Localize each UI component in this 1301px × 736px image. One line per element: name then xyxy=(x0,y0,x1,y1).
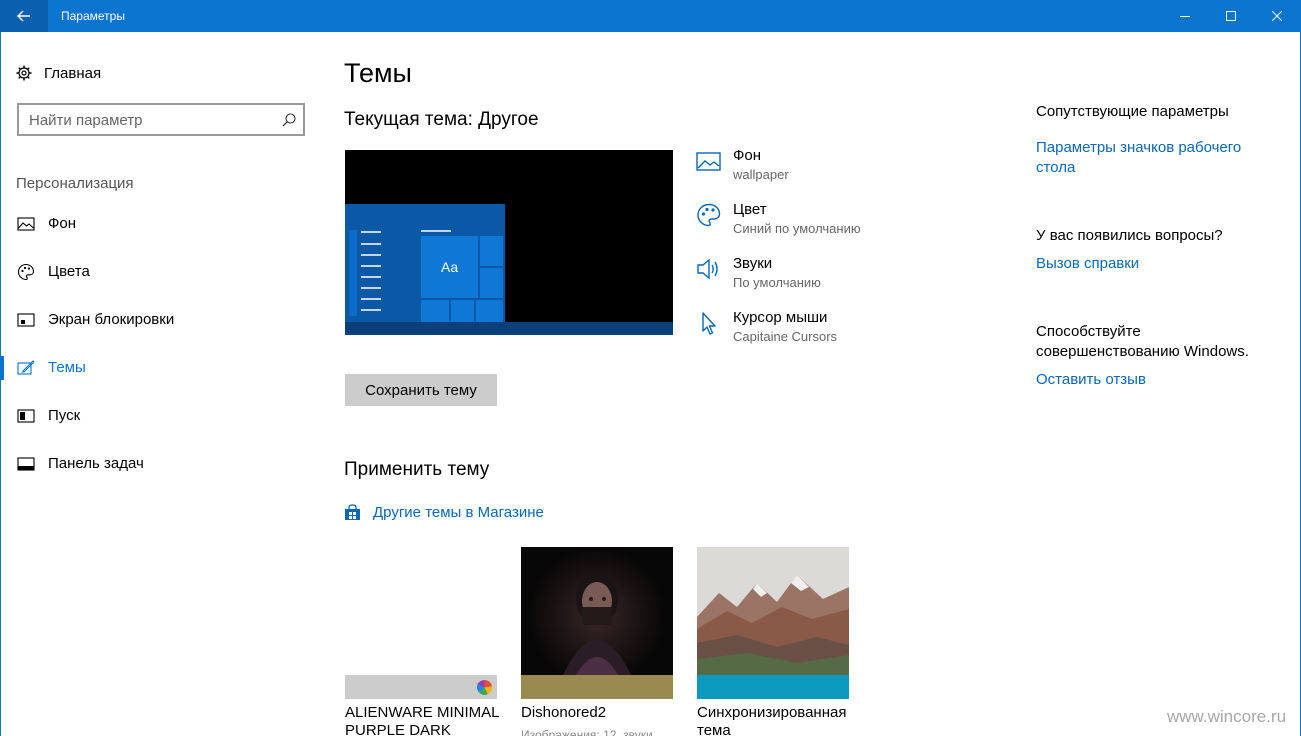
theme-card-dishonored2[interactable]: Dishonored2 Изображения: 12, звуки xyxy=(521,547,673,736)
back-button[interactable] xyxy=(0,0,48,32)
sidebar-item-background[interactable]: Фон xyxy=(0,204,320,244)
picture-icon xyxy=(17,217,35,231)
theme-prop-color[interactable]: Цвет Синий по умолчанию xyxy=(696,201,976,241)
related-settings: Сопутствующие параметры Параметры значко… xyxy=(1036,102,1276,178)
sidebar-item-label: Пуск xyxy=(48,407,81,424)
search-icon[interactable] xyxy=(282,113,296,127)
prop-name: Звуки xyxy=(733,255,773,272)
theme-card-synced[interactable]: Синхронизированная тема xyxy=(697,547,849,736)
maximize-icon xyxy=(1226,11,1236,21)
sidebar-home[interactable]: Главная xyxy=(16,63,101,83)
sidebar-item-colors[interactable]: Цвета xyxy=(0,252,320,292)
prop-value: wallpaper xyxy=(733,167,789,182)
taskbar-icon xyxy=(17,457,35,471)
window-title: Параметры xyxy=(61,9,125,23)
sidebar-item-label: Экран блокировки xyxy=(48,311,175,328)
theme-name: ALIENWARE MINIMAL PURPLE DARK THEME xyxy=(345,704,499,736)
related-heading: Сопутствующие параметры xyxy=(1036,103,1229,120)
prop-value: По умолчанию xyxy=(733,275,821,290)
lock-screen-icon xyxy=(17,313,35,327)
feedback-link[interactable]: Оставить отзыв xyxy=(1036,370,1276,390)
save-theme-button[interactable]: Сохранить тему xyxy=(345,374,497,406)
prop-name: Цвет xyxy=(733,201,767,218)
prop-name: Курсор мыши xyxy=(733,309,828,326)
store-icon xyxy=(345,503,360,520)
sidebar-item-label: Темы xyxy=(48,359,86,376)
search-box[interactable]: Найти параметр xyxy=(17,103,305,136)
multicolor-icon xyxy=(476,679,493,695)
minimize-button[interactable] xyxy=(1162,0,1208,32)
theme-prop-background[interactable]: Фон wallpaper xyxy=(696,147,976,187)
sidebar-item-lock-screen[interactable]: Экран блокировки xyxy=(0,300,320,340)
sidebar-home-label: Главная xyxy=(44,64,102,82)
theme-prop-sounds[interactable]: Звуки По умолчанию xyxy=(696,255,976,295)
preview-tile-text: Aa xyxy=(441,259,458,275)
theme-prop-cursor[interactable]: Курсор мыши Capitaine Cursors xyxy=(696,309,976,349)
theme-name: Dishonored2 xyxy=(521,704,607,721)
theme-color-strip xyxy=(521,675,673,699)
cursor-icon xyxy=(702,312,716,335)
minimize-icon xyxy=(1180,16,1190,17)
prop-value: Синий по умолчанию xyxy=(733,221,861,236)
questions-heading: У вас появились вопросы? xyxy=(1036,227,1223,244)
theme-name: Синхронизированная тема xyxy=(697,704,847,736)
back-arrow-icon xyxy=(17,10,30,22)
sidebar-item-themes[interactable]: Темы xyxy=(0,348,320,388)
sidebar-section-label: Персонализация xyxy=(16,175,134,192)
gear-icon xyxy=(16,65,32,81)
prop-value: Capitaine Cursors xyxy=(733,329,838,344)
store-link-label: Другие темы в Магазине xyxy=(373,503,544,521)
help-link[interactable]: Вызов справки xyxy=(1036,254,1276,274)
title-bar: Параметры xyxy=(0,0,1301,32)
sidebar-item-label: Цвета xyxy=(48,263,90,280)
questions-section: У вас появились вопросы? Вызов справки xyxy=(1036,226,1276,274)
improve-heading: Способствуйте совершенствованию Windows. xyxy=(1036,323,1249,360)
theme-preview: Aa xyxy=(345,150,673,335)
theme-card-alienware[interactable]: ALIENWARE MINIMAL PURPLE DARK THEME xyxy=(345,547,499,736)
page-title: Темы xyxy=(344,58,412,88)
prop-name: Фон xyxy=(733,147,762,164)
start-icon xyxy=(17,409,35,423)
desktop-icons-link[interactable]: Параметры значков рабочего стола xyxy=(1036,138,1256,178)
theme-subtitle: Изображения: 12, звуки xyxy=(521,728,653,736)
improve-section: Способствуйте совершенствованию Windows.… xyxy=(1036,322,1276,390)
close-icon xyxy=(1272,11,1282,21)
sidebar-item-taskbar[interactable]: Панель задач xyxy=(0,444,320,484)
store-themes-link[interactable]: Другие темы в Магазине xyxy=(344,502,544,522)
sidebar-item-start[interactable]: Пуск xyxy=(0,396,320,436)
apply-theme-title: Применить тему xyxy=(344,459,490,480)
theme-color-strip xyxy=(345,675,497,699)
sidebar-item-label: Панель задач xyxy=(48,455,144,472)
picture-icon xyxy=(696,152,721,171)
close-button[interactable] xyxy=(1254,0,1300,32)
themes-icon xyxy=(17,360,35,375)
theme-color-strip xyxy=(697,675,849,699)
watermark: www.wincore.ru xyxy=(1167,707,1287,726)
palette-icon xyxy=(697,203,721,227)
palette-icon xyxy=(17,263,35,281)
current-theme-label: Текущая тема: Другое xyxy=(344,109,539,130)
maximize-button[interactable] xyxy=(1208,0,1254,32)
theme-preview-image: Aa xyxy=(345,204,673,335)
speaker-icon xyxy=(697,258,718,280)
sidebar-item-label: Фон xyxy=(48,215,77,232)
search-input[interactable]: Найти параметр xyxy=(29,112,143,129)
